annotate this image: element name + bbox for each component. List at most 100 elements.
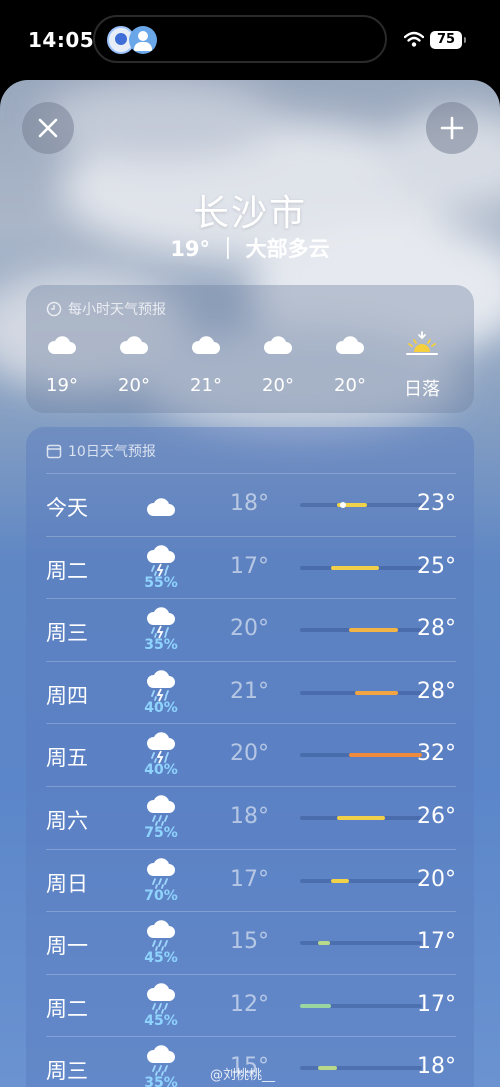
low-temp: 20° — [230, 741, 269, 767]
precip-chance: 70% — [144, 887, 178, 904]
weather-sheet: 长沙市 19° ｜ 大部多云 每小时天气预报 19° 20° 21° 20° 20° 日落… — [0, 80, 500, 1087]
battery-indicator: 75 — [430, 31, 466, 49]
high-temp: 28° — [417, 616, 456, 642]
hourly-header: 每小时天气预报 — [46, 299, 166, 319]
cloud-icon — [104, 329, 164, 361]
precip-chance: 40% — [144, 699, 178, 716]
temp-range-bar — [348, 753, 422, 758]
hourly-label: 20° — [262, 375, 294, 396]
temp-range-track — [300, 1066, 422, 1071]
temp-range-track — [300, 816, 422, 820]
daily-row[interactable]: 周一 45% 15° 17° — [46, 911, 456, 974]
day-label: 周一 — [46, 934, 88, 959]
hourly-item: 20° — [104, 329, 164, 396]
watermark: @刘桃桃__ — [210, 1068, 276, 1083]
close-button[interactable] — [22, 102, 74, 154]
day-label: 周二 — [46, 996, 88, 1021]
temp-range-track — [300, 878, 422, 883]
plus-icon — [440, 116, 464, 140]
daily-row[interactable]: 周二 45% 12° 17° — [46, 973, 456, 1037]
contact-avatar-icon — [129, 26, 157, 54]
temp-range-track — [300, 753, 422, 758]
daily-row[interactable]: 周六 75% 18° 26° — [46, 786, 456, 849]
day-label: 周六 — [46, 809, 88, 833]
high-temp: 25° — [417, 553, 456, 579]
temp-range-track — [300, 565, 422, 570]
day-label: 周日 — [46, 871, 88, 896]
daily-header: 10日天气预报 — [46, 441, 156, 461]
precip-chance: 55% — [144, 574, 178, 591]
high-temp: 28° — [417, 678, 456, 704]
clock-icon — [46, 301, 62, 317]
low-temp: 17° — [230, 866, 269, 892]
calendar-icon — [46, 444, 62, 459]
temp-range-track — [300, 941, 422, 946]
temp-range-bar — [318, 1066, 337, 1071]
temp-range-track — [300, 502, 422, 508]
low-temp: 18° — [230, 804, 269, 829]
day-label: 周四 — [46, 683, 88, 708]
high-temp: 32° — [417, 741, 456, 767]
hourly-item: 日落 — [392, 329, 452, 401]
low-temp: 18° — [230, 491, 269, 516]
daily-row[interactable]: 周二 55% 17° 25° — [46, 535, 456, 599]
dynamic-island[interactable] — [93, 15, 387, 63]
temp-range-bar — [330, 565, 380, 570]
precip-chance: 45% — [144, 1012, 178, 1029]
day-label: 今天 — [46, 496, 88, 520]
high-temp: 17° — [417, 991, 456, 1017]
precip-chance: 35% — [144, 637, 178, 654]
day-label: 周五 — [46, 746, 88, 771]
low-temp: 17° — [230, 553, 269, 579]
cloud-icon — [320, 329, 380, 361]
cloud-icon — [144, 492, 178, 526]
high-temp: 26° — [417, 804, 456, 829]
hourly-item: 21° — [176, 329, 236, 396]
low-temp: 20° — [230, 616, 269, 642]
day-label: 周二 — [46, 558, 88, 583]
temp-range-track — [300, 1003, 422, 1008]
status-time: 14:05 — [28, 28, 95, 52]
temp-range-bar — [354, 690, 398, 695]
temp-range-bar — [300, 1003, 331, 1008]
hourly-item: 19° — [32, 329, 92, 396]
hourly-label: 20° — [334, 375, 366, 396]
daily-row[interactable]: 周四 40% 21° 28° — [46, 660, 456, 724]
hourly-item: 20° — [320, 329, 380, 396]
close-icon — [38, 118, 58, 138]
low-temp: 15° — [230, 929, 269, 955]
hourly-label: 日落 — [404, 379, 440, 400]
current-temp-dot — [339, 502, 346, 508]
high-temp: 20° — [417, 866, 456, 892]
cloud-icon — [176, 329, 236, 361]
low-temp: 21° — [230, 678, 269, 704]
day-label: 周三 — [46, 621, 88, 646]
status-bar: 14:05 75 — [0, 0, 500, 80]
temp-range-bar — [348, 628, 398, 633]
day-label: 周三 — [46, 1059, 88, 1084]
temp-range-track — [300, 690, 422, 695]
cloud-icon — [248, 329, 308, 361]
high-temp: 18° — [417, 1054, 456, 1080]
wifi-icon — [403, 31, 425, 51]
city-name: 长沙市 — [192, 193, 307, 234]
hourly-item: 20° — [248, 329, 308, 396]
hourly-label: 21° — [190, 375, 222, 396]
precip-chance: 35% — [144, 1075, 178, 1087]
add-button[interactable] — [426, 102, 478, 154]
temp-range-bar — [336, 816, 386, 820]
daily-title: 10日天气预报 — [68, 444, 156, 460]
hourly-label: 19° — [46, 375, 78, 396]
daily-row[interactable]: 今天 18° 23° — [46, 473, 456, 536]
cloud-icon — [32, 329, 92, 361]
temp-range-bar — [330, 878, 349, 883]
daily-row[interactable]: 周日 70% 17° 20° — [46, 848, 456, 912]
daily-forecast-card: 10日天气预报 今天 18° 23° 周二 55% 17° 25° 周三 35% 20° 28° 周四… — [26, 427, 474, 1087]
low-temp: 12° — [230, 991, 269, 1017]
precip-chance: 45% — [144, 950, 178, 967]
hourly-title: 每小时天气预报 — [68, 302, 166, 318]
hourly-forecast-card: 每小时天气预报 19° 20° 21° 20° 20° 日落 — [26, 285, 474, 413]
daily-row[interactable]: 周五 40% 20° 32° — [46, 723, 456, 786]
hourly-label: 20° — [118, 375, 150, 396]
daily-row[interactable]: 周三 35% 20° 28° — [46, 598, 456, 661]
